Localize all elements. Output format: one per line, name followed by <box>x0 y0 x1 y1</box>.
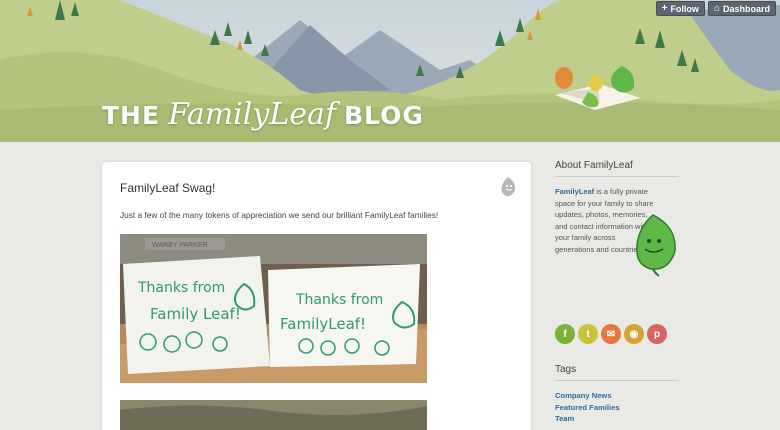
facebook-icon[interactable]: f <box>555 324 575 344</box>
post-photo-2[interactable] <box>120 400 427 430</box>
photo-card-left-line2: Family Leaf! <box>150 305 241 323</box>
blog-title[interactable]: THE FamilyLeaf BLOG <box>102 97 424 132</box>
photo-card-right-line1: Thanks from <box>295 292 383 308</box>
tag-link[interactable]: Team <box>555 413 679 425</box>
tag-link[interactable]: Company News <box>555 390 679 402</box>
blog-title-suffix: BLOG <box>343 101 424 130</box>
photo-brand: WARBY PARKER <box>152 242 208 249</box>
post-title[interactable]: FamilyLeaf Swag! <box>120 181 215 195</box>
pinterest-icon[interactable]: p <box>647 324 667 344</box>
follow-label: Follow <box>670 3 699 14</box>
tumblr-controls: + Follow ⌂ Dashboard <box>655 1 776 16</box>
facebook-glyph: f <box>563 328 567 340</box>
rss-glyph: ◉ <box>629 328 639 340</box>
pinterest-glyph: p <box>653 328 661 340</box>
leaf-permalink-icon[interactable] <box>499 176 517 198</box>
plus-icon: + <box>661 2 668 14</box>
rss-icon[interactable]: ◉ <box>624 324 644 344</box>
about-heading: About FamilyLeaf <box>555 160 679 177</box>
post-photo[interactable]: WARBY PARKER Thanks from Family Leaf! Th… <box>120 234 427 383</box>
follow-button[interactable]: + Follow <box>655 1 705 16</box>
tags-list: Company News Featured Families Team <box>555 390 679 425</box>
sidebar: About FamilyLeaf FamilyLeaf is a fully p… <box>555 160 679 425</box>
about-section: FamilyLeaf is a fully private space for … <box>555 186 679 306</box>
dashboard-label: Dashboard <box>722 3 770 14</box>
twitter-glyph: t <box>586 328 590 340</box>
twitter-icon[interactable]: t <box>578 324 598 344</box>
social-links: f t ✉ ◉ p <box>555 324 679 344</box>
email-icon[interactable]: ✉ <box>601 324 621 344</box>
tag-link[interactable]: Featured Families <box>555 402 679 414</box>
photo-card-left-line1: Thanks from <box>137 280 225 296</box>
blog-title-prefix: THE <box>102 101 161 130</box>
leaf-mascot-icon <box>636 214 676 277</box>
post-body: Just a few of the many tokens of appreci… <box>120 210 439 220</box>
post-card: FamilyLeaf Swag! Just a few of the many … <box>102 162 531 430</box>
blog-title-name: FamilyLeaf <box>168 97 336 132</box>
photo-card-right-line2: FamilyLeaf! <box>280 315 366 333</box>
tags-heading: Tags <box>555 364 679 381</box>
home-icon: ⌂ <box>713 2 720 14</box>
dashboard-button[interactable]: ⌂ Dashboard <box>707 1 776 16</box>
blog-header: THE FamilyLeaf BLOG <box>0 0 780 142</box>
about-brand-link[interactable]: FamilyLeaf <box>555 187 594 196</box>
email-glyph: ✉ <box>606 328 616 340</box>
